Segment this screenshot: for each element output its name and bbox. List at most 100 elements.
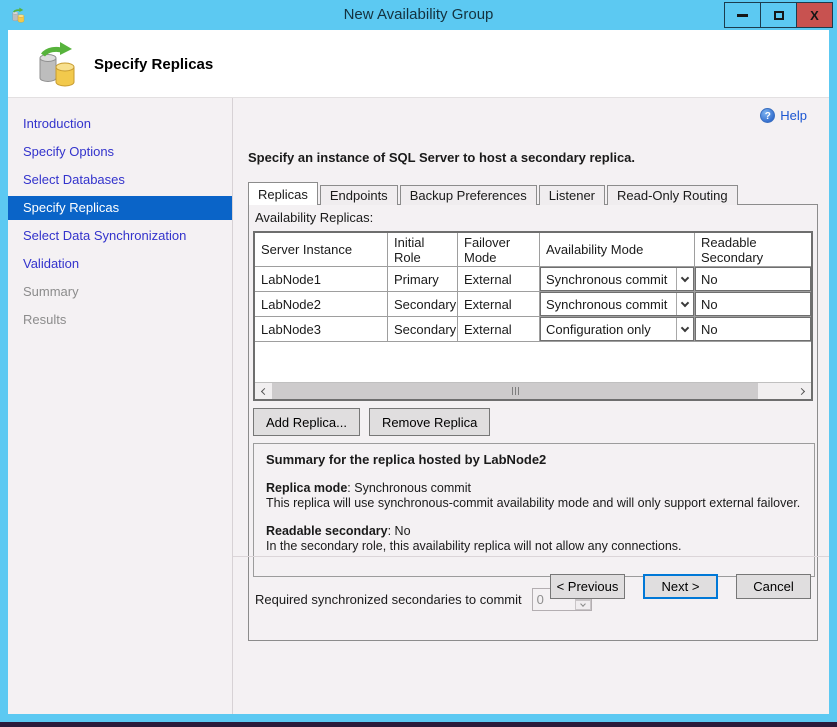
tab-strip: Replicas Endpoints Backup Preferences Li… <box>248 182 740 205</box>
table-row: LabNode3 Secondary External Configuratio… <box>255 317 811 342</box>
cell-availability-mode: Synchronous commit <box>540 267 695 292</box>
readable-secondary-dropdown[interactable]: No <box>695 292 811 316</box>
wizard-header: Specify Replicas <box>8 30 829 98</box>
readable-secondary-description: In the secondary role, this availability… <box>266 539 682 553</box>
sidebar-item-specify-replicas[interactable]: Specify Replicas <box>8 196 232 220</box>
availability-replicas-label: Availability Replicas: <box>255 210 373 225</box>
help-icon: ? <box>760 108 775 123</box>
replica-mode-summary: Replica mode: Synchronous commit This re… <box>266 481 802 511</box>
sidebar-item-select-data-synchronization[interactable]: Select Data Synchronization <box>8 224 232 252</box>
help-button[interactable]: ? Help <box>760 108 807 123</box>
cell-failover-mode: External <box>458 267 540 292</box>
replica-mode-label: Replica mode <box>266 481 347 495</box>
cancel-button[interactable]: Cancel <box>736 574 811 599</box>
footer-divider <box>233 556 829 557</box>
cell-failover-mode: External <box>458 317 540 342</box>
quorum-row: Required synchronized secondaries to com… <box>255 588 592 611</box>
availability-group-icon <box>32 40 80 88</box>
cell-initial-role: Secondary <box>388 317 458 342</box>
previous-button[interactable]: < Previous <box>550 574 625 599</box>
readable-secondary-dropdown[interactable]: No <box>695 317 811 341</box>
main-pane: ? Help Specify an instance of SQL Server… <box>233 98 829 714</box>
sidebar-item-specify-options[interactable]: Specify Options <box>8 140 232 168</box>
wizard-footer: < Previous Next > Cancel <box>550 574 811 599</box>
wizard-steps-sidebar: Introduction Specify Options Select Data… <box>8 98 232 714</box>
availability-mode-value: Configuration only <box>541 322 676 337</box>
scrollbar-grip-icon <box>515 387 516 395</box>
availability-replicas-grid: Server Instance Initial Role Failover Mo… <box>253 231 813 401</box>
cell-failover-mode: External <box>458 292 540 317</box>
dialog-window: New Availability Group X Specify Replica… <box>0 0 837 722</box>
tab-read-only-routing[interactable]: Read-Only Routing <box>607 185 738 205</box>
cell-readable-secondary: No <box>695 292 811 317</box>
window-title: New Availability Group <box>0 0 837 30</box>
readable-secondary-summary: Readable secondary: No In the secondary … <box>266 524 802 554</box>
cell-availability-mode: Configuration only <box>540 317 695 342</box>
close-icon: X <box>810 8 819 23</box>
chevron-down-icon <box>676 268 693 290</box>
chevron-down-icon <box>676 293 693 315</box>
cell-server-instance: LabNode3 <box>255 317 388 342</box>
replica-mode-description: This replica will use synchronous-commit… <box>266 496 800 510</box>
sidebar-item-summary: Summary <box>8 280 232 308</box>
availability-mode-dropdown[interactable]: Synchronous commit <box>540 267 694 291</box>
cell-server-instance: LabNode1 <box>255 267 388 292</box>
availability-mode-value: Synchronous commit <box>541 297 676 312</box>
sidebar-item-introduction[interactable]: Introduction <box>8 112 232 140</box>
spinner-down-button[interactable] <box>575 600 591 611</box>
chevron-down-icon <box>676 318 693 340</box>
column-header-failover-mode: Failover Mode <box>458 233 540 267</box>
remove-replica-button[interactable]: Remove Replica <box>369 408 490 436</box>
grid-header-row: Server Instance Initial Role Failover Mo… <box>255 233 811 267</box>
replica-mode-value: : Synchronous commit <box>347 481 471 495</box>
add-replica-button[interactable]: Add Replica... <box>253 408 360 436</box>
maximize-button[interactable] <box>760 2 797 28</box>
close-button[interactable]: X <box>796 2 833 28</box>
scrollbar-thumb[interactable] <box>272 383 758 399</box>
availability-mode-dropdown[interactable]: Synchronous commit <box>540 292 694 316</box>
column-header-initial-role: Initial Role <box>388 233 458 267</box>
column-header-availability-mode: Availability Mode <box>540 233 695 267</box>
next-button[interactable]: Next > <box>643 574 718 599</box>
readable-secondary-dropdown[interactable]: No <box>695 267 811 291</box>
grid-body: LabNode1 Primary External Synchronous co… <box>255 267 811 342</box>
dialog-client-area: Specify Replicas Introduction Specify Op… <box>8 30 829 714</box>
grid-empty-area <box>255 342 811 382</box>
tab-endpoints[interactable]: Endpoints <box>320 185 398 205</box>
summary-title: Summary for the replica hosted by LabNod… <box>266 452 802 467</box>
readable-secondary-value: No <box>701 272 718 287</box>
titlebar: New Availability Group X <box>0 0 837 30</box>
availability-mode-value: Synchronous commit <box>541 272 676 287</box>
cell-readable-secondary: No <box>695 317 811 342</box>
readable-secondary-label: Readable secondary <box>266 524 388 538</box>
readable-secondary-summary-value: : No <box>388 524 411 538</box>
minimize-button[interactable] <box>724 2 761 28</box>
horizontal-scrollbar <box>255 382 811 399</box>
scroll-right-button[interactable] <box>794 383 811 399</box>
availability-mode-dropdown[interactable]: Configuration only <box>540 317 694 341</box>
tab-replicas[interactable]: Replicas <box>248 182 318 205</box>
cell-readable-secondary: No <box>695 267 811 292</box>
table-row: LabNode1 Primary External Synchronous co… <box>255 267 811 292</box>
tab-backup-preferences[interactable]: Backup Preferences <box>400 185 537 205</box>
minimize-icon <box>737 14 748 17</box>
maximize-icon <box>774 11 784 20</box>
sidebar-item-results: Results <box>8 308 232 336</box>
instruction-text: Specify an instance of SQL Server to hos… <box>248 150 635 165</box>
column-header-server-instance: Server Instance <box>255 233 388 267</box>
readable-secondary-value: No <box>701 297 718 312</box>
chevron-left-icon <box>261 387 268 394</box>
page-title: Specify Replicas <box>94 56 213 73</box>
column-header-readable-secondary: Readable Secondary <box>695 233 811 267</box>
tab-listener[interactable]: Listener <box>539 185 605 205</box>
help-label: Help <box>780 108 807 123</box>
scroll-left-button[interactable] <box>255 383 272 399</box>
sidebar-item-validation[interactable]: Validation <box>8 252 232 280</box>
scrollbar-track[interactable] <box>758 383 794 399</box>
chevron-right-icon <box>798 387 805 394</box>
cell-initial-role: Secondary <box>388 292 458 317</box>
readable-secondary-value: No <box>701 322 718 337</box>
sidebar-item-select-databases[interactable]: Select Databases <box>8 168 232 196</box>
table-row: LabNode2 Secondary External Synchronous … <box>255 292 811 317</box>
required-secondaries-label: Required synchronized secondaries to com… <box>255 592 522 607</box>
